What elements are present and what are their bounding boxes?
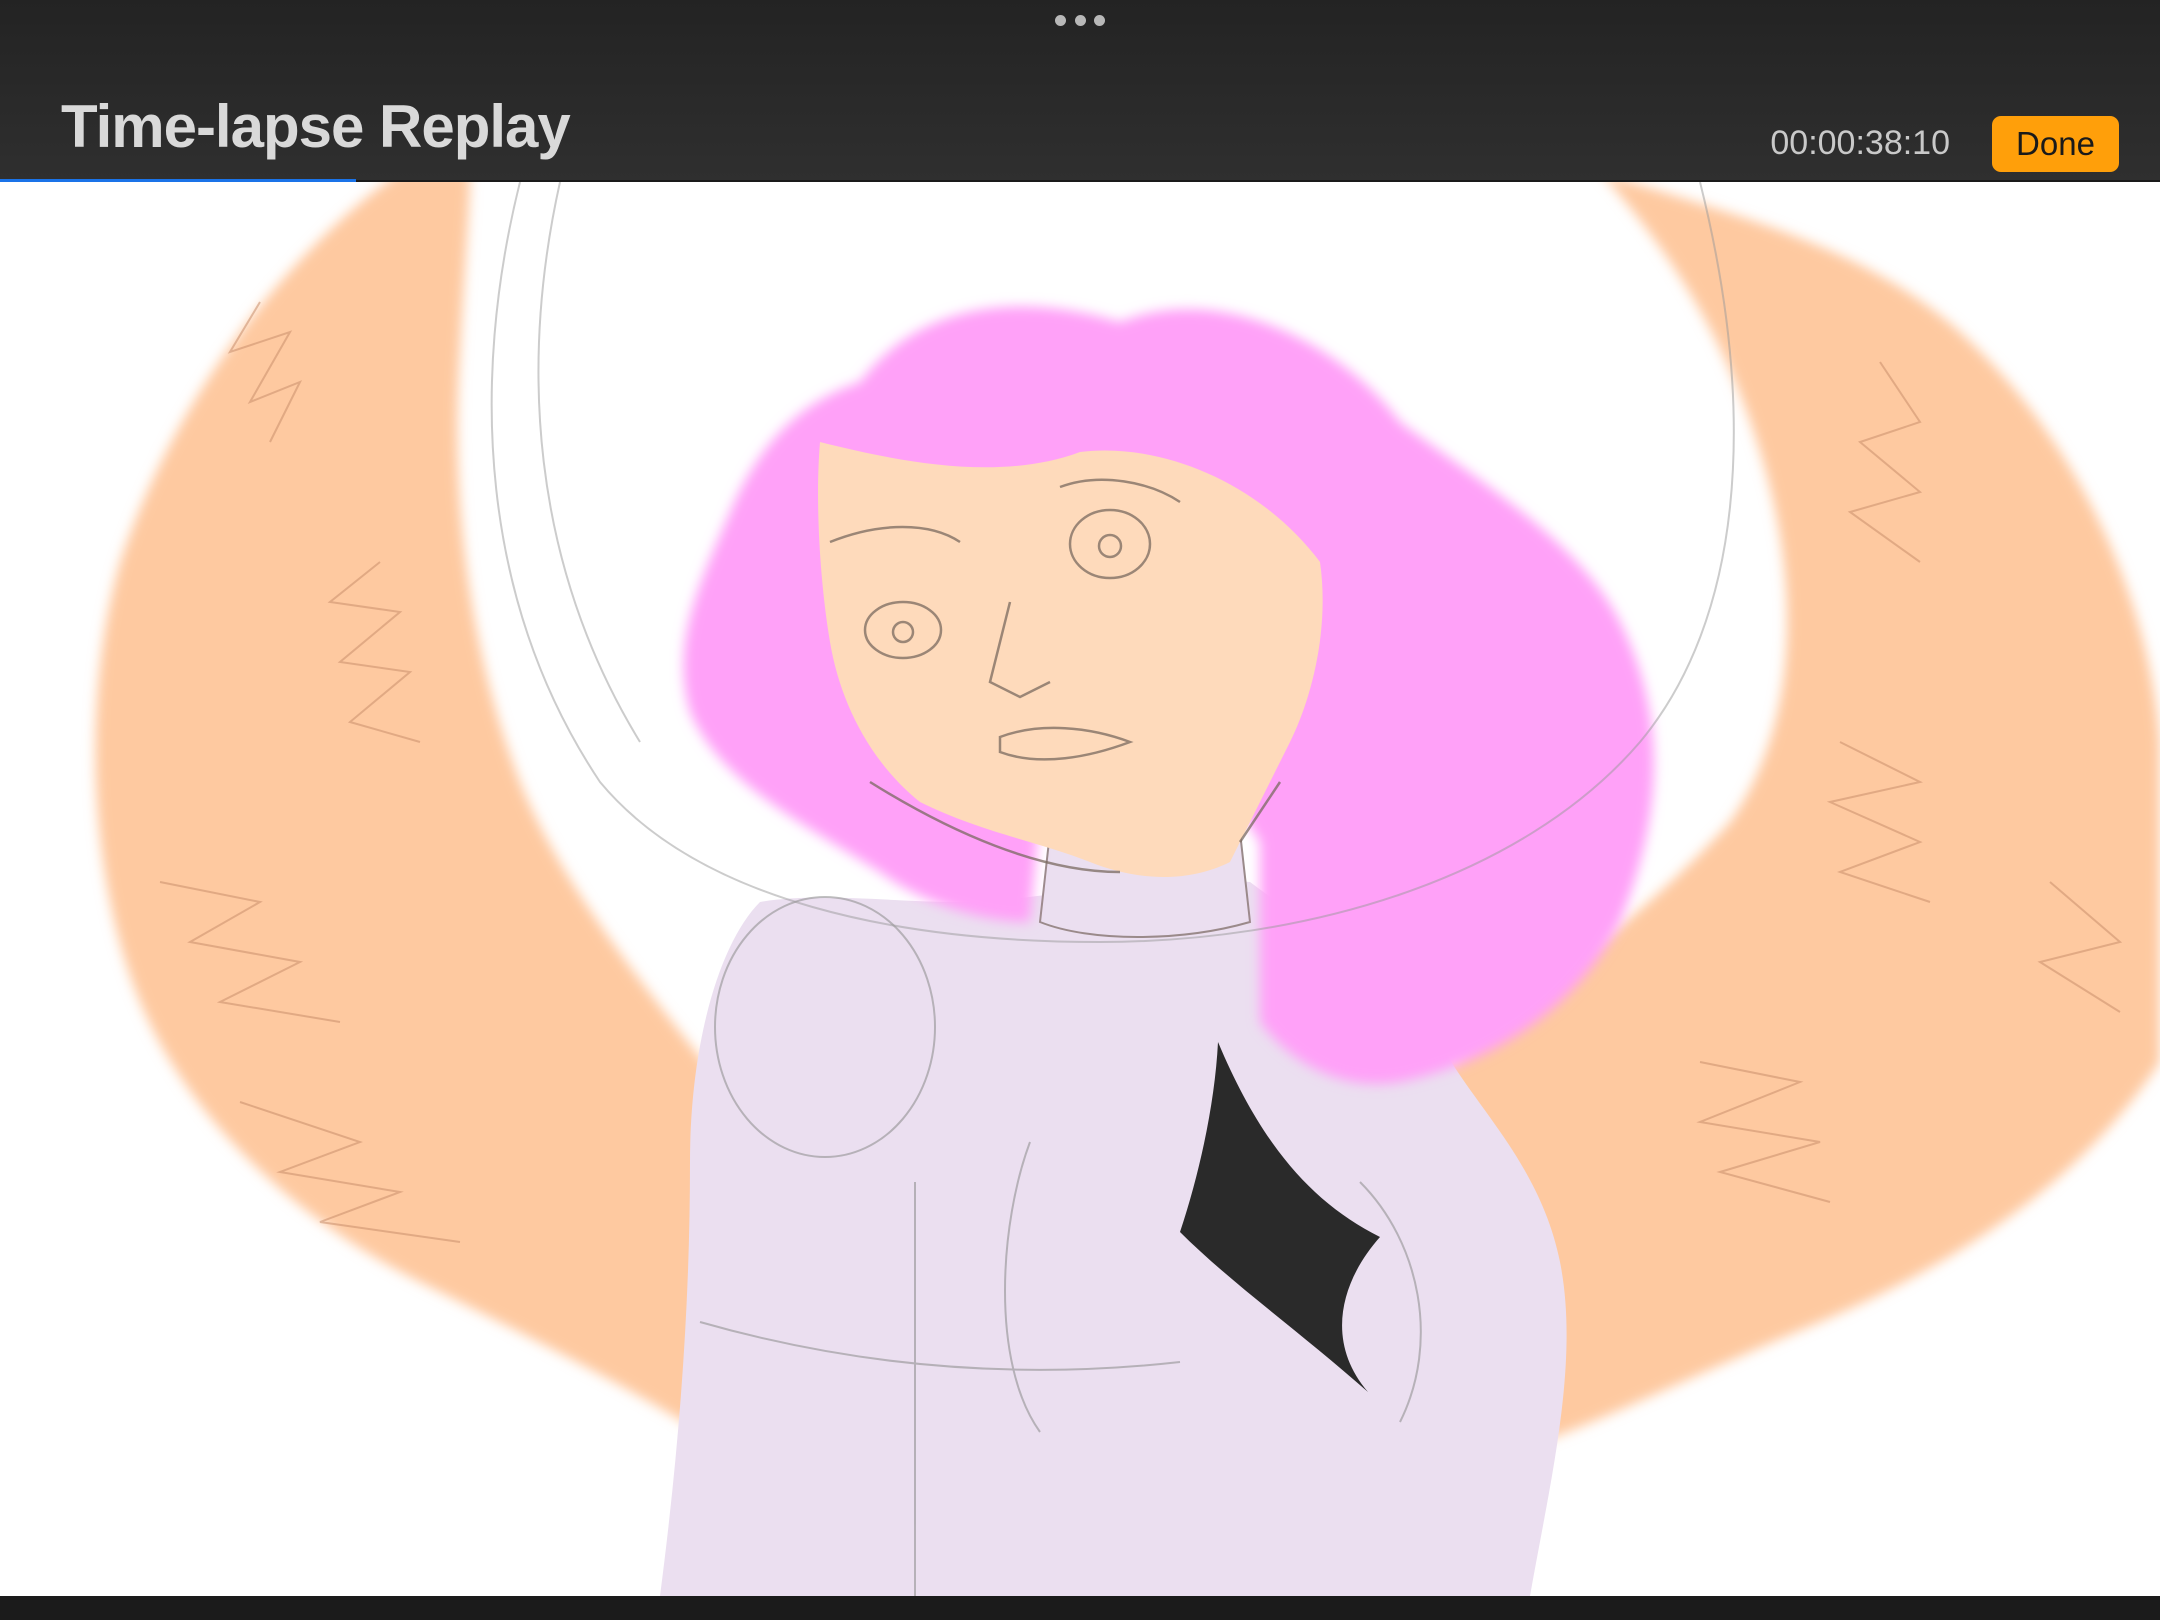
replay-header: Time-lapse Replay 00:00:38:10 Done — [0, 0, 2160, 180]
dot-icon — [1074, 14, 1086, 26]
page-title: Time-lapse Replay — [61, 93, 571, 160]
artwork-canvas[interactable] — [0, 182, 2160, 1596]
done-button[interactable]: Done — [1992, 116, 2119, 172]
dot-icon — [1094, 14, 1105, 26]
left-wing — [95, 182, 720, 1432]
artwork-drawing — [95, 182, 2160, 1596]
dot-icon — [1055, 14, 1066, 26]
playback-timecode: 00:00:38:10 — [1770, 124, 1950, 162]
more-options-icon[interactable] — [1055, 12, 1105, 28]
bottom-bar — [0, 1596, 2160, 1620]
